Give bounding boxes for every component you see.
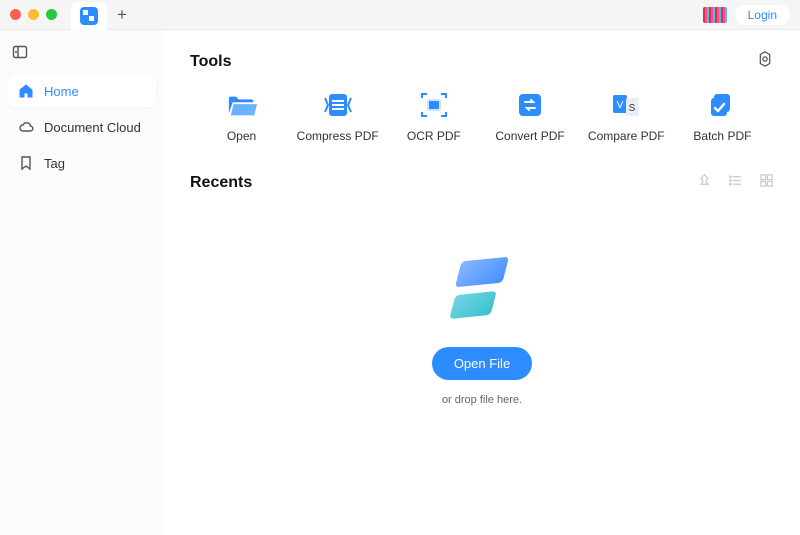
tool-label: Batch PDF: [693, 129, 751, 143]
pin-icon[interactable]: [697, 173, 712, 193]
recents-actions: [697, 173, 774, 193]
ocr-icon: [419, 91, 449, 119]
drop-hint: or drop file here.: [442, 394, 522, 406]
tool-label: Convert PDF: [495, 129, 564, 143]
cloud-icon: [18, 119, 34, 135]
maximize-window-button[interactable]: [46, 9, 57, 20]
tool-label: Compare PDF: [588, 129, 665, 143]
titlebar: + Login: [0, 0, 800, 30]
tool-convert[interactable]: Convert PDF: [483, 91, 578, 143]
tool-batch[interactable]: Batch PDF: [675, 91, 770, 143]
minimize-window-button[interactable]: [28, 9, 39, 20]
svg-text:V: V: [617, 100, 624, 111]
sidebar-item-document-cloud[interactable]: Document Cloud: [8, 111, 156, 143]
grid-view-icon[interactable]: [759, 173, 774, 193]
sidebar: Home Document Cloud Tag: [0, 30, 164, 535]
sidebar-item-tag[interactable]: Tag: [8, 147, 156, 179]
svg-text:S: S: [629, 103, 636, 114]
sidebar-collapse-button[interactable]: [8, 42, 156, 71]
settings-button[interactable]: [756, 50, 774, 73]
tool-label: OCR PDF: [407, 129, 461, 143]
tool-ocr[interactable]: OCR PDF: [386, 91, 481, 143]
sidebar-item-label: Tag: [44, 156, 65, 171]
tool-label: Open: [227, 129, 256, 143]
recents-title: Recents: [190, 174, 252, 192]
sidebar-item-label: Home: [44, 84, 79, 99]
app-tab[interactable]: [71, 2, 107, 30]
window-controls: [10, 9, 57, 20]
list-view-icon[interactable]: [728, 173, 743, 193]
compress-icon: [323, 91, 353, 119]
compare-icon: VS: [611, 91, 641, 119]
home-icon: [18, 83, 34, 99]
tool-compress[interactable]: Compress PDF: [290, 91, 385, 143]
app-logo-icon: [80, 7, 98, 25]
promo-badge-icon[interactable]: [703, 7, 727, 23]
sidebar-item-label: Document Cloud: [44, 120, 141, 135]
empty-illustration-icon: [447, 253, 517, 333]
close-window-button[interactable]: [10, 9, 21, 20]
batch-icon: [707, 91, 737, 119]
bookmark-icon: [18, 155, 34, 171]
tools-row: Open Compress PDF OCR PDF Convert PDF: [190, 91, 774, 143]
tool-open[interactable]: Open: [194, 91, 289, 143]
tool-label: Compress PDF: [297, 129, 379, 143]
sidebar-item-home[interactable]: Home: [8, 75, 156, 107]
main-panel: Tools Open Compress PDF: [164, 30, 800, 535]
tool-compare[interactable]: VS Compare PDF: [579, 91, 674, 143]
folder-open-icon: [227, 91, 257, 119]
new-tab-button[interactable]: +: [107, 6, 137, 23]
login-button[interactable]: Login: [735, 5, 790, 25]
empty-state: Open File or drop file here.: [190, 253, 774, 406]
tools-title: Tools: [190, 53, 231, 71]
convert-icon: [515, 91, 545, 119]
open-file-button[interactable]: Open File: [432, 347, 532, 380]
